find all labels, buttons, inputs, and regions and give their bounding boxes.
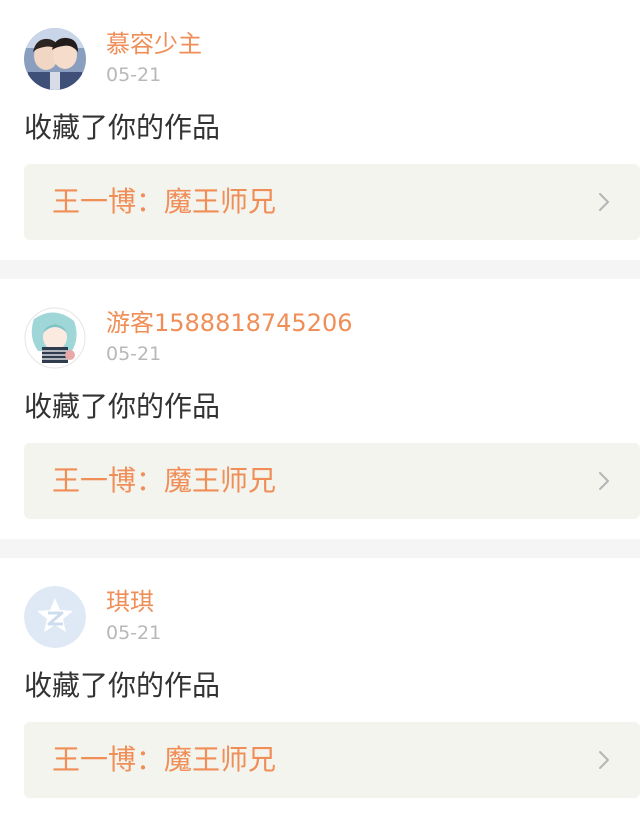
work-link[interactable]: 王一博：魔王师兄 xyxy=(24,443,640,519)
work-link[interactable]: 王一博：魔王师兄 xyxy=(24,164,640,240)
chevron-right-icon xyxy=(599,472,609,490)
user-avatar[interactable] xyxy=(24,307,86,369)
action-text: 收藏了你的作品 xyxy=(24,390,221,423)
notification-card: 慕容少主 05-21 收藏了你的作品 王一博：魔王师兄 xyxy=(0,0,640,260)
action-text: 收藏了你的作品 xyxy=(24,111,221,144)
photo-avatar-icon xyxy=(24,28,86,90)
action-text: 收藏了你的作品 xyxy=(24,669,221,702)
chevron-right-icon xyxy=(599,751,609,769)
work-link[interactable]: 王一博：魔王师兄 xyxy=(24,722,640,798)
work-title: 王一博：魔王师兄 xyxy=(52,185,277,218)
timestamp: 05-21 xyxy=(106,622,162,644)
work-title: 王一博：魔王师兄 xyxy=(52,464,277,497)
user-avatar[interactable] xyxy=(24,28,86,90)
anime-avatar-icon xyxy=(24,307,86,369)
username[interactable]: 慕容少主 xyxy=(106,28,202,60)
username[interactable]: 游客1588818745206 xyxy=(106,307,353,339)
user-avatar[interactable] xyxy=(24,586,86,648)
timestamp: 05-21 xyxy=(106,343,162,365)
work-title: 王一博：魔王师兄 xyxy=(52,743,277,776)
timestamp: 05-21 xyxy=(106,64,162,86)
default-avatar-icon xyxy=(24,586,86,648)
notification-card: 琪琪 05-21 收藏了你的作品 王一博：魔王师兄 xyxy=(0,558,640,816)
chevron-right-icon xyxy=(599,193,609,211)
username[interactable]: 琪琪 xyxy=(106,586,154,618)
notification-card: 游客1588818745206 05-21 收藏了你的作品 王一博：魔王师兄 xyxy=(0,279,640,539)
notification-feed: 慕容少主 05-21 收藏了你的作品 王一博：魔王师兄 游客1588818745… xyxy=(0,0,640,816)
